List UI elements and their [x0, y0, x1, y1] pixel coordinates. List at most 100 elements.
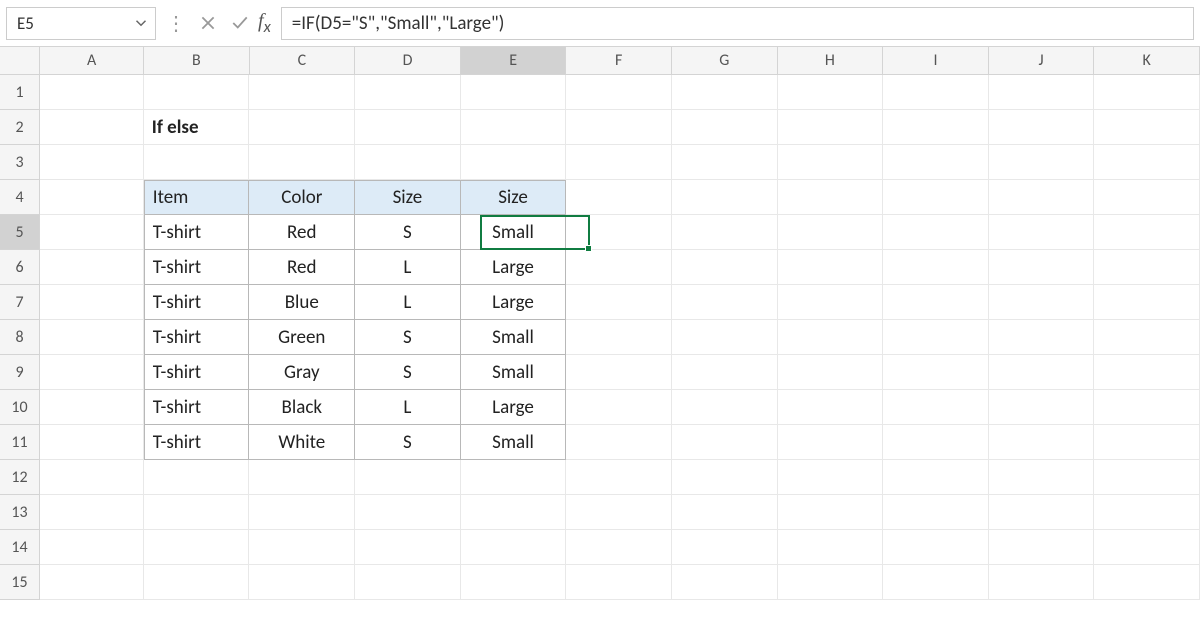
row-header-11[interactable]: 11 [0, 425, 40, 460]
cell-K4[interactable] [1094, 180, 1200, 215]
cell-B7[interactable]: T-shirt [144, 285, 250, 320]
cell-J13[interactable] [989, 495, 1095, 530]
row-header-8[interactable]: 8 [0, 320, 40, 355]
cell-C1[interactable] [249, 75, 355, 110]
cell-A9[interactable] [40, 355, 144, 390]
cell-I9[interactable] [883, 355, 989, 390]
cell-E8[interactable]: Small [461, 320, 567, 355]
cell-C9[interactable]: Gray [249, 355, 355, 390]
column-header-A[interactable]: A [40, 47, 144, 75]
name-box-dropdown[interactable] [127, 8, 155, 39]
cell-B2[interactable]: If else [144, 110, 250, 145]
cell-B9[interactable]: T-shirt [144, 355, 250, 390]
cell-K9[interactable] [1094, 355, 1200, 390]
cell-A5[interactable] [40, 215, 144, 250]
cell-G15[interactable] [672, 565, 778, 600]
cell-C5[interactable]: Red [249, 215, 355, 250]
cell-C2[interactable] [249, 110, 355, 145]
cell-J10[interactable] [989, 390, 1095, 425]
cell-J14[interactable] [989, 530, 1095, 565]
cell-E1[interactable] [461, 75, 567, 110]
cell-A4[interactable] [40, 180, 144, 215]
cell-D6[interactable]: L [355, 250, 461, 285]
cell-I12[interactable] [883, 460, 989, 495]
cell-D4[interactable]: Size [355, 180, 461, 215]
cell-K5[interactable] [1094, 215, 1200, 250]
cell-H15[interactable] [778, 565, 884, 600]
cell-E15[interactable] [461, 565, 567, 600]
cell-B1[interactable] [144, 75, 250, 110]
row-header-13[interactable]: 13 [0, 495, 40, 530]
cell-I8[interactable] [883, 320, 989, 355]
cell-C4[interactable]: Color [249, 180, 355, 215]
column-header-D[interactable]: D [355, 47, 461, 75]
row-header-1[interactable]: 1 [0, 75, 40, 110]
row-header-5[interactable]: 5 [0, 215, 40, 250]
cell-G6[interactable] [672, 250, 778, 285]
cell-B8[interactable]: T-shirt [144, 320, 250, 355]
cell-J15[interactable] [989, 565, 1095, 600]
cell-D2[interactable] [355, 110, 461, 145]
row-header-14[interactable]: 14 [0, 530, 40, 565]
cell-J4[interactable] [989, 180, 1095, 215]
cell-H9[interactable] [778, 355, 884, 390]
cell-C15[interactable] [249, 565, 355, 600]
cell-C13[interactable] [249, 495, 355, 530]
cell-E4[interactable]: Size [461, 180, 567, 215]
select-all-corner[interactable] [0, 47, 40, 75]
cell-H2[interactable] [778, 110, 884, 145]
cell-K14[interactable] [1094, 530, 1200, 565]
cell-F11[interactable] [566, 425, 672, 460]
cell-H14[interactable] [778, 530, 884, 565]
cell-J5[interactable] [989, 215, 1095, 250]
cell-A14[interactable] [40, 530, 144, 565]
cell-F10[interactable] [566, 390, 672, 425]
cell-J6[interactable] [989, 250, 1095, 285]
cell-I10[interactable] [883, 390, 989, 425]
cell-J11[interactable] [989, 425, 1095, 460]
cell-G11[interactable] [672, 425, 778, 460]
cell-H8[interactable] [778, 320, 884, 355]
cell-B15[interactable] [144, 565, 250, 600]
cell-G3[interactable] [672, 145, 778, 180]
cell-G13[interactable] [672, 495, 778, 530]
cell-F4[interactable] [566, 180, 672, 215]
cell-K13[interactable] [1094, 495, 1200, 530]
column-header-E[interactable]: E [461, 47, 567, 75]
cell-D5[interactable]: S [355, 215, 461, 250]
cell-H1[interactable] [778, 75, 884, 110]
cell-H4[interactable] [778, 180, 884, 215]
column-header-K[interactable]: K [1094, 47, 1200, 75]
cell-H6[interactable] [778, 250, 884, 285]
cell-B11[interactable]: T-shirt [144, 425, 250, 460]
cell-I3[interactable] [883, 145, 989, 180]
cell-D13[interactable] [355, 495, 461, 530]
cell-F12[interactable] [566, 460, 672, 495]
cell-A15[interactable] [40, 565, 144, 600]
cell-K7[interactable] [1094, 285, 1200, 320]
cell-J12[interactable] [989, 460, 1095, 495]
cell-B4[interactable]: Item [144, 180, 250, 215]
column-header-B[interactable]: B [144, 47, 250, 75]
cancel-formula-button[interactable] [192, 7, 224, 39]
cell-J3[interactable] [989, 145, 1095, 180]
cell-B13[interactable] [144, 495, 250, 530]
cell-F14[interactable] [566, 530, 672, 565]
row-header-4[interactable]: 4 [0, 180, 40, 215]
cell-G9[interactable] [672, 355, 778, 390]
cell-G14[interactable] [672, 530, 778, 565]
cell-E11[interactable]: Small [461, 425, 567, 460]
row-header-3[interactable]: 3 [0, 145, 40, 180]
cell-G7[interactable] [672, 285, 778, 320]
cell-E9[interactable]: Small [461, 355, 567, 390]
cell-B6[interactable]: T-shirt [144, 250, 250, 285]
cell-C11[interactable]: White [249, 425, 355, 460]
cell-C10[interactable]: Black [249, 390, 355, 425]
insert-function-button[interactable]: fx [258, 10, 271, 37]
cell-E2[interactable] [461, 110, 567, 145]
cell-A8[interactable] [40, 320, 144, 355]
cell-I4[interactable] [883, 180, 989, 215]
cell-D1[interactable] [355, 75, 461, 110]
row-header-6[interactable]: 6 [0, 250, 40, 285]
cell-G1[interactable] [672, 75, 778, 110]
